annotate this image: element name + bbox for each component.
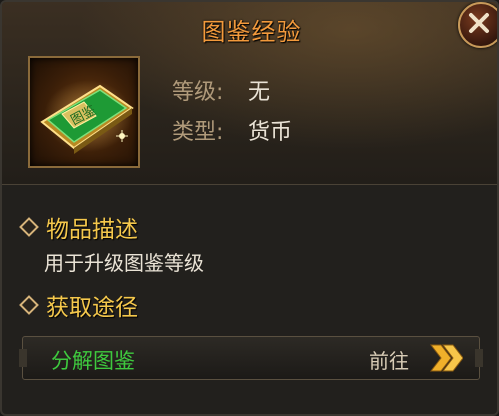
item-tooltip-panel: 图鉴经验 图鉴 等级: 无 类型: 货币 物品描述 用于升级图鉴等级 获取途径 … xyxy=(0,0,499,416)
item-icon-frame: 图鉴 xyxy=(28,56,140,168)
type-value: 货币 xyxy=(248,120,293,145)
acquire-heading: 获取途径 xyxy=(46,295,138,321)
description-text: 用于升级图鉴等级 xyxy=(44,251,204,275)
diamond-bullet-icon xyxy=(19,295,39,315)
green-book-icon: 图鉴 xyxy=(40,80,134,154)
source-row-decompose[interactable]: 分解图鉴 前往 xyxy=(19,336,483,380)
level-value: 无 xyxy=(248,80,271,105)
close-button[interactable] xyxy=(458,2,497,48)
type-label: 类型: xyxy=(172,120,224,145)
double-chevron-right-icon[interactable] xyxy=(427,341,463,375)
diamond-bullet-icon xyxy=(19,217,39,237)
level-label: 等级: xyxy=(172,80,224,105)
item-header: 图鉴经验 图鉴 等级: 无 类型: 货币 xyxy=(2,2,497,185)
source-name: 分解图鉴 xyxy=(51,349,135,373)
close-icon xyxy=(469,13,489,33)
item-title: 图鉴经验 xyxy=(201,18,302,46)
goto-label[interactable]: 前往 xyxy=(369,345,409,374)
row-cap-left xyxy=(19,349,27,367)
description-heading: 物品描述 xyxy=(46,217,138,243)
row-cap-right xyxy=(475,349,483,367)
